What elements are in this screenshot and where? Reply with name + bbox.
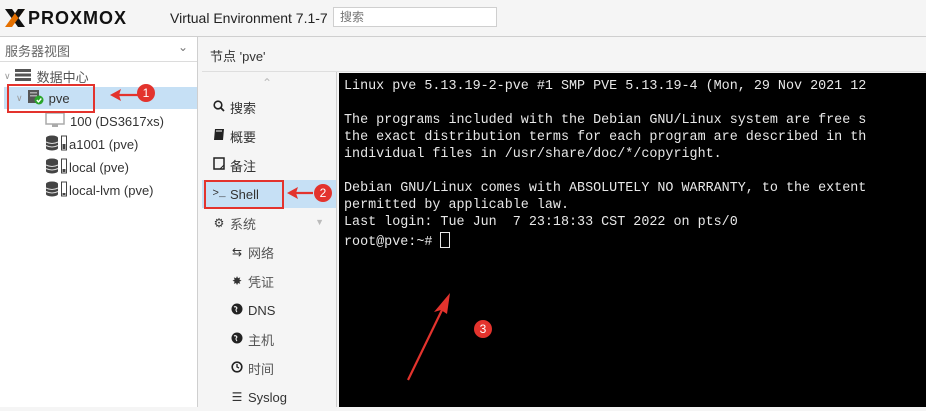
nav-item-notes[interactable]: 备注 [202,151,336,179]
nav-item-label: 凭证 [248,274,275,290]
node-nav-menu: ⌃ 搜索 概要 备注 >_ Shell ⚙ 系统 ▼ ⇆ 网络 ✸ 凭证 DNS… [202,72,337,407]
arrow-left-icon [287,187,313,199]
tree-item-storage-local[interactable]: local (pve) [45,156,129,178]
tree-item-label: 100 (DS3617xs) [70,113,164,129]
certificate-icon: ✸ [231,274,243,288]
server-stack-icon [14,68,32,85]
arrow-up-icon [407,293,450,381]
highlight-box-shell [204,180,284,209]
tree-item-vm-100[interactable]: 100 (DS3617xs) [45,110,164,132]
storage-status-icon [61,181,67,200]
proxmox-x-icon [4,8,26,28]
tree-item-label: 数据中心 [36,69,89,85]
scroll-up-icon[interactable]: ⌃ [262,76,272,90]
list-icon: ☰ [231,390,243,404]
terminal-line: Linux pve 5.13.19-2-pve #1 SMP PVE 5.13.… [344,79,867,94]
nav-item-label: 时间 [248,361,275,377]
nav-item-label: Syslog [248,389,288,405]
storage-status-icon [61,135,67,154]
terminal-line: Debian GNU/Linux comes with ABSOLUTELY N… [344,181,867,196]
top-bar: PROXMOX Virtual Environment 7.1-7 [0,0,926,37]
nav-item-label: 网络 [248,245,275,261]
nav-item-hosts[interactable]: 主机 [202,325,336,353]
terminal-line: permitted by applicable law. [344,198,569,213]
gears-icon: ⚙ [213,216,225,230]
arrow-left-icon [110,89,138,101]
collapse-icon: ∨ [4,70,11,81]
exchange-icon: ⇆ [231,245,243,259]
terminal-cursor [440,232,451,248]
step-badge-3: 3 [474,320,492,338]
tree-item-label: a1001 (pve) [69,136,139,152]
nav-item-label: 系统 [230,216,257,232]
globe-icon [226,332,248,347]
brand-name: PROXMOX [28,7,128,28]
nav-item-label: 备注 [230,158,257,174]
version-label: Virtual Environment 7.1-7 [170,10,328,26]
notes-icon [208,157,230,173]
terminal-line: The programs included with the Debian GN… [344,113,867,128]
collapse-icon[interactable]: ▼ [315,217,324,227]
content-header: 节点 'pve' [202,37,926,72]
view-selector-label: 服务器视图 [5,44,71,59]
nav-item-certificates[interactable]: ✸ 凭证 [202,267,336,295]
nav-item-system[interactable]: ⚙ 系统 ▼ [202,209,336,237]
step-badge-1: 1 [137,84,155,102]
search-icon [208,99,230,115]
terminal-line: individual files in /usr/share/doc/*/cop… [344,147,722,162]
nav-item-label: 搜索 [230,100,257,116]
nav-item-label: 概要 [230,129,257,145]
tree-item-storage-a1001[interactable]: a1001 (pve) [45,133,138,155]
database-icon [45,181,59,200]
proxmox-logo[interactable]: PROXMOX [4,8,127,28]
view-selector[interactable]: 服务器视图 ⌄ [0,37,197,62]
terminal-prompt-line: root@pve:~# [344,232,451,250]
database-icon [45,135,59,154]
book-icon [208,128,230,144]
shell-prompt: root@pve:~# [344,235,441,250]
nav-item-time[interactable]: 时间 [202,354,336,382]
nav-item-search[interactable]: 搜索 [202,93,336,121]
database-icon [45,158,59,177]
chevron-down-icon: ⌄ [178,40,189,54]
monitor-icon [45,111,65,131]
nav-item-network[interactable]: ⇆ 网络 [202,238,336,266]
nav-item-label: DNS [248,302,276,318]
nav-item-summary[interactable]: 概要 [202,122,336,150]
page-title: 节点 'pve' [210,49,266,64]
clock-icon [226,360,248,376]
search-input[interactable] [333,7,497,27]
tree-item-label: local (pve) [69,159,129,175]
nav-item-dns[interactable]: DNS [202,296,336,324]
tree-item-storage-local-lvm[interactable]: local-lvm (pve) [45,179,154,201]
terminal-line: the exact distribution terms for each pr… [344,130,867,145]
step-badge-2: 2 [314,184,332,202]
storage-status-icon [61,158,67,177]
highlight-box-node [7,84,95,113]
terminal-line: Last login: Tue Jun 7 23:18:33 CST 2022 … [344,215,738,230]
tree-item-label: local-lvm (pve) [69,182,154,198]
globe-icon [226,303,248,318]
nav-item-label: 主机 [248,332,275,348]
